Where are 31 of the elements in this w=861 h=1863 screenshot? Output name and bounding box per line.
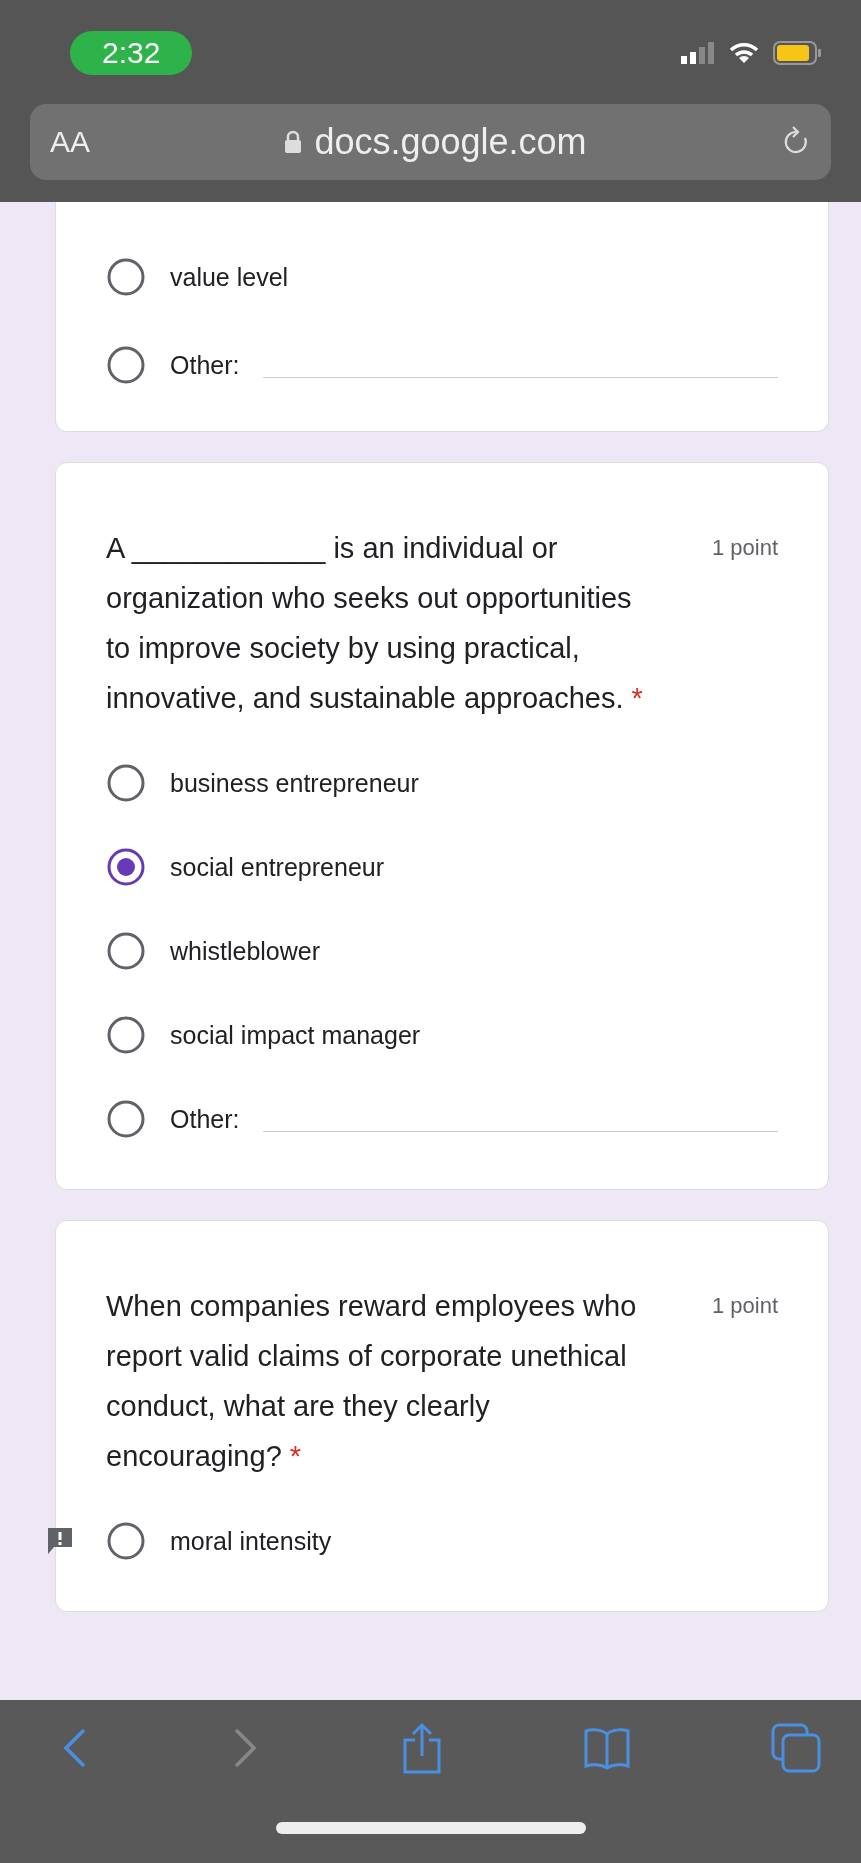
battery-icon — [773, 41, 821, 65]
question-text: When companies reward employees who report valid claims of corporate unethical conduct, what are they clearly encouraging? * — [106, 1289, 638, 1474]
option-label: moral intensity — [170, 1526, 332, 1556]
points-label: 1 point — [711, 1293, 778, 1319]
radio-button[interactable] — [106, 763, 146, 803]
option-label: value level — [170, 262, 289, 292]
option-label: business entrepreneur — [170, 768, 419, 798]
option-label: whistleblower — [170, 936, 321, 966]
option-label: social entrepreneur — [170, 852, 384, 882]
radio-button[interactable] — [106, 257, 146, 297]
status-time: 2:32 — [70, 31, 193, 75]
text-size-button[interactable]: AA — [50, 125, 91, 159]
option-label: Other: — [170, 350, 240, 380]
radio-button[interactable] — [106, 345, 146, 385]
radio-button[interactable] — [106, 1015, 146, 1055]
address-bar[interactable]: AA docs.google.com — [30, 104, 831, 180]
wifi-icon — [729, 42, 759, 64]
radio-button[interactable] — [106, 931, 146, 971]
radio-button[interactable] — [106, 1099, 146, 1139]
lock-icon — [284, 130, 303, 154]
option-label: social impact manager — [170, 1020, 421, 1050]
points-label: 1 point — [711, 535, 778, 561]
radio-button[interactable] — [106, 847, 146, 887]
question-text: A ____________ is an individual or organization who seeks out opportunities to improve society by using practical, innovative, and sustainable approaches. * — [106, 531, 644, 716]
option-label: Other: — [170, 1104, 240, 1134]
required-mark: * — [289, 1440, 302, 1472]
signal-icon — [681, 42, 715, 64]
required-mark: * — [631, 682, 643, 714]
radio-button[interactable] — [106, 1521, 146, 1561]
url-text: docs.google.com — [314, 121, 587, 163]
feedback-icon[interactable] — [46, 1526, 74, 1556]
